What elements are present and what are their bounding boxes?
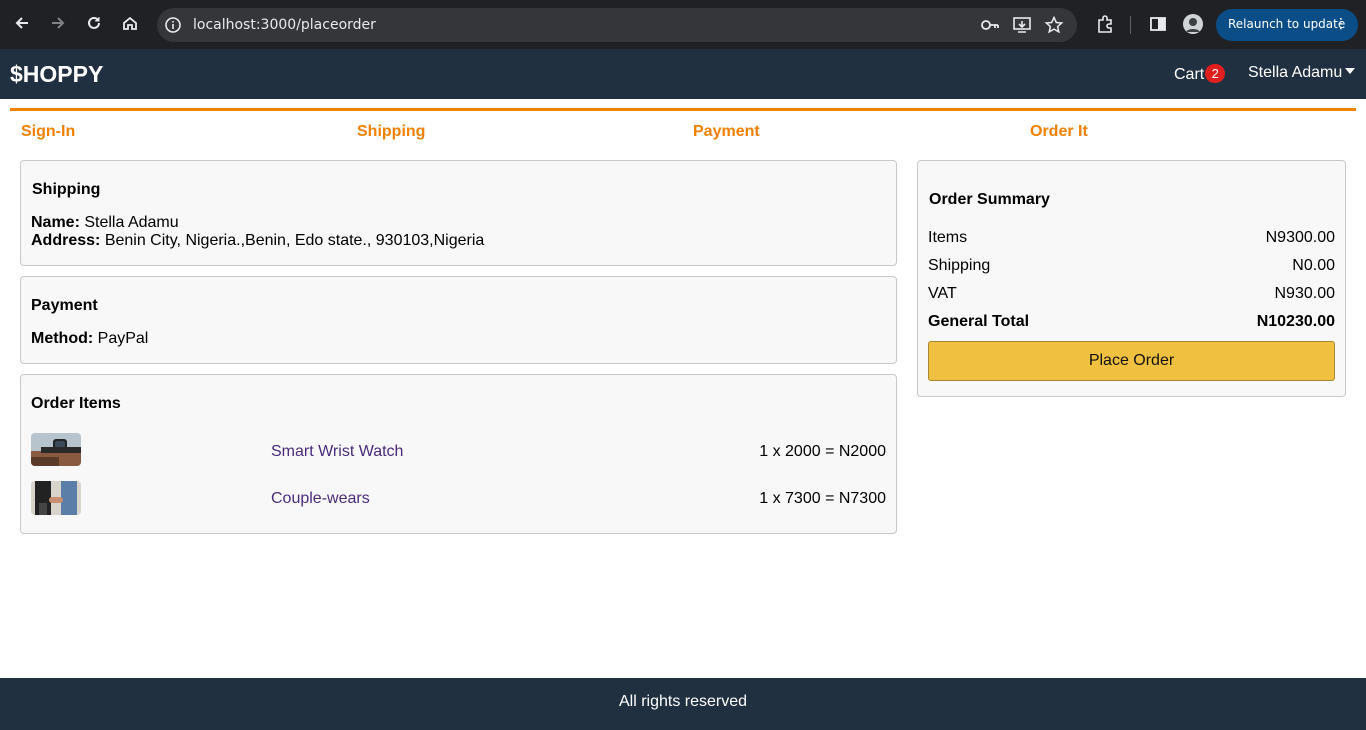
shipping-card: Shipping Name: Stella Adamu Address: Ben… (20, 160, 897, 266)
shipping-name-line: Name: Stella Adamu (31, 214, 179, 232)
back-icon[interactable] (11, 12, 33, 34)
summary-row-shipping: Shipping N0.00 (928, 257, 1335, 275)
browser-menu-icon[interactable]: ⋮ (1334, 16, 1348, 32)
side-panel-icon[interactable] (1148, 14, 1168, 34)
cart-label: Cart (1174, 66, 1205, 83)
footer: All rights reserved (0, 678, 1366, 730)
summary-shipping-label: Shipping (928, 257, 991, 274)
payment-method-value: PayPal (97, 330, 149, 347)
item-price-couple-wears: 1 x 7300 = N7300 (759, 490, 886, 507)
summary-row-items: Items N9300.00 (928, 229, 1335, 247)
summary-items-value: N9300.00 (1265, 229, 1335, 246)
site-info-icon[interactable] (164, 16, 182, 34)
reload-icon[interactable] (83, 12, 105, 34)
key-icon[interactable] (980, 16, 1000, 34)
payment-title: Payment (31, 297, 98, 314)
item-image-couple-wears (31, 481, 81, 515)
profile-avatar[interactable] (1183, 14, 1203, 34)
summary-total-label: General Total (928, 313, 1030, 330)
brand-logo-link[interactable]: $HOPPY (10, 61, 103, 88)
item-image-watch (31, 433, 81, 466)
home-icon[interactable] (119, 12, 141, 34)
relaunch-button[interactable]: Relaunch to update ⋮ (1216, 9, 1358, 41)
address-bar[interactable]: localhost:3000/placeorder (157, 8, 1077, 42)
install-app-icon[interactable] (1012, 16, 1032, 34)
summary-vat-value: N930.00 (1274, 285, 1336, 302)
user-menu-dropdown[interactable]: Stella Adamu (1248, 64, 1356, 82)
shipping-name-label: Name: (31, 214, 80, 231)
summary-row-total: General Total N10230.00 (928, 313, 1335, 331)
step-payment: Payment (693, 123, 760, 140)
user-name: Stella Adamu (1248, 64, 1343, 81)
url-text: localhost:3000/placeorder (193, 17, 376, 33)
cart-count-badge: 2 (1205, 64, 1226, 83)
bookmark-star-icon[interactable] (1044, 15, 1064, 34)
step-shipping: Shipping (357, 123, 426, 140)
shipping-name-value: Stella Adamu (84, 214, 179, 231)
step-sign-in: Sign-In (21, 123, 76, 140)
place-order-button[interactable]: Place Order (928, 341, 1335, 381)
summary-items-label: Items (928, 229, 968, 246)
caret-down-icon (1345, 68, 1356, 74)
shipping-address-label: Address: (31, 232, 101, 249)
order-items-card: Order Items Smart Wrist Watch 1 x 2000 =… (20, 374, 897, 534)
summary-shipping-value: N0.00 (1292, 257, 1335, 274)
shipping-address-value: Benin City, Nigeria.,Benin, Edo state., … (104, 232, 485, 249)
summary-title: Order Summary (929, 191, 1050, 208)
extensions-icon[interactable] (1095, 14, 1115, 34)
summary-total-value: N10230.00 (1256, 313, 1335, 330)
payment-method-label: Method: (31, 330, 94, 347)
app-header: $HOPPY Cart 2 Stella Adamu (0, 49, 1366, 99)
toolbar-divider (1130, 16, 1131, 34)
relaunch-label: Relaunch to update (1228, 17, 1346, 31)
item-price-smart-wrist-watch: 1 x 2000 = N2000 (759, 443, 886, 460)
summary-vat-label: VAT (928, 285, 957, 302)
item-link-smart-wrist-watch[interactable]: Smart Wrist Watch (271, 443, 403, 461)
shipping-title: Shipping (32, 181, 101, 198)
payment-method-line: Method: PayPal (31, 330, 148, 348)
order-items-title: Order Items (31, 395, 121, 412)
item-link-couple-wears[interactable]: Couple-wears (271, 490, 370, 508)
checkout-steps: Sign-In Shipping Payment Order It (10, 108, 1356, 148)
order-summary-card: Order Summary Items N9300.00 Shipping N0… (917, 160, 1346, 397)
shipping-address-line: Address: Benin City, Nigeria.,Benin, Edo… (31, 232, 484, 250)
footer-text: All rights reserved (618, 693, 748, 710)
forward-icon[interactable] (47, 12, 69, 34)
step-order-it: Order It (1030, 123, 1088, 140)
cart-link[interactable]: Cart 2 (1174, 64, 1226, 84)
summary-row-vat: VAT N930.00 (928, 285, 1335, 303)
browser-toolbar: localhost:3000/placeorder Relaunch to up… (0, 0, 1366, 49)
payment-card: Payment Method: PayPal (20, 276, 897, 364)
